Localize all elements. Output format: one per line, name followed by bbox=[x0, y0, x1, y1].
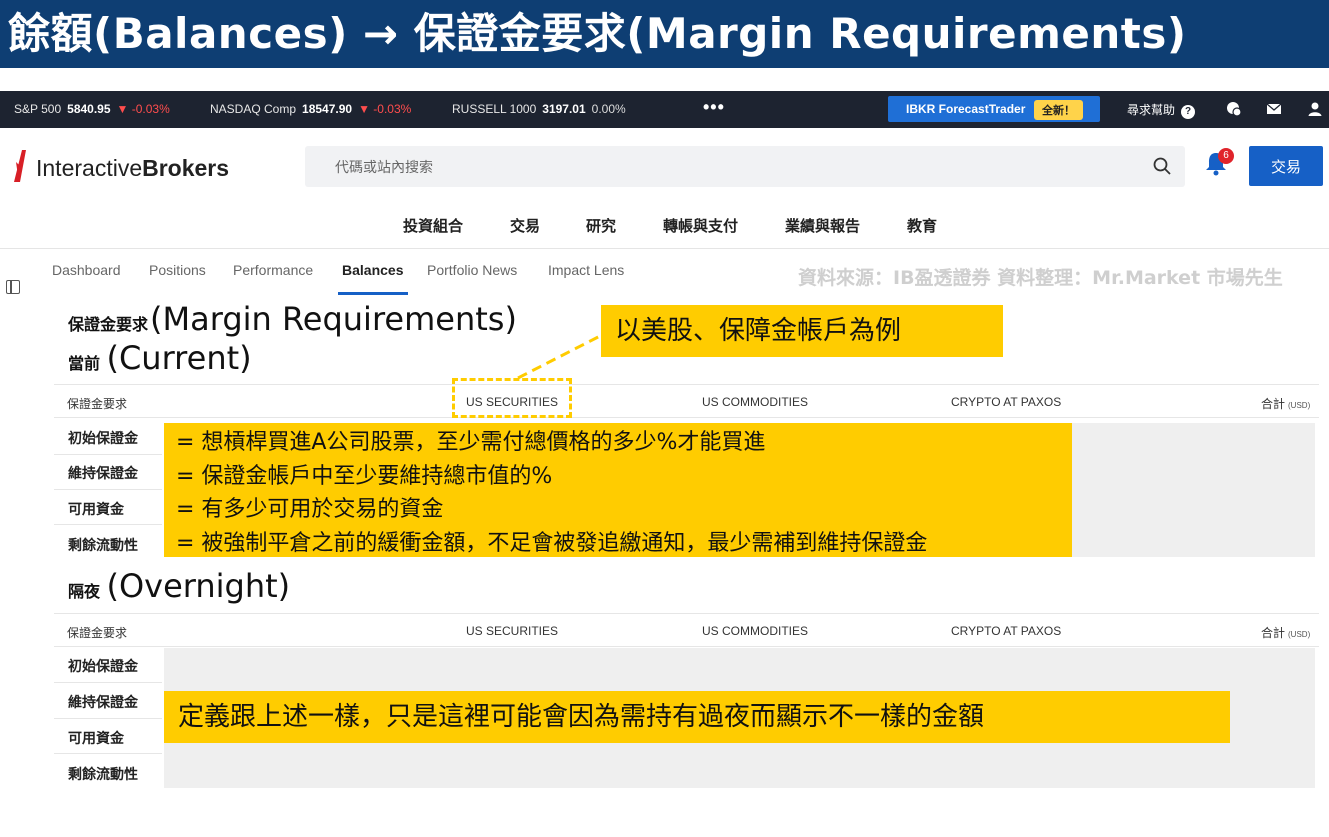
help-icon: ? bbox=[1181, 105, 1196, 119]
column-header-total: 合計 (USD) bbox=[1261, 624, 1310, 641]
row-available-funds: 可用資金 bbox=[68, 731, 124, 747]
ticker-nasdaq[interactable]: NASDAQ Comp 18547.90 ▼ -0.03% bbox=[210, 102, 411, 116]
tab-portfolio-news[interactable]: Portfolio News bbox=[427, 262, 517, 278]
overnight-title: 隔夜 (Overnight) bbox=[68, 567, 290, 605]
source-note: 資料來源：IB盈透證券 資料整理：Mr.Market 市場先生 bbox=[798, 267, 1283, 289]
ticker-label: S&P 500 bbox=[14, 102, 62, 116]
ticker-value: 5840.95 bbox=[67, 102, 111, 116]
row-divider bbox=[54, 718, 162, 719]
example-annotation: 以美股、保障金帳戶為例 bbox=[601, 305, 1003, 357]
title-en: (Margin Requirements) bbox=[150, 300, 517, 338]
more-tickers-button[interactable]: ••• bbox=[703, 97, 725, 118]
us-securities-highlight bbox=[452, 378, 572, 418]
definition-available: = 有多少可用於交易的資金 bbox=[176, 497, 444, 522]
definition-maintenance: = 保證金帳戶中至少要維持總市值的% bbox=[176, 464, 553, 489]
column-header-total: 合計 (USD) bbox=[1261, 395, 1310, 412]
overnight-en: (Overnight) bbox=[106, 567, 291, 605]
row-excess-liquidity: 剩餘流動性 bbox=[68, 538, 138, 554]
margin-requirements-title: 保證金要求(Margin Requirements) bbox=[68, 300, 517, 338]
main-nav: 投資組合 交易 研究 轉帳與支付 業績與報告 教育 bbox=[0, 215, 1329, 237]
new-badge: 全新！ bbox=[1034, 100, 1083, 120]
sidebar-toggle-icon[interactable] bbox=[6, 280, 20, 294]
nav-education[interactable]: 教育 bbox=[907, 215, 937, 236]
overnight-zh: 隔夜 bbox=[68, 582, 101, 601]
ib-flame-icon bbox=[14, 150, 26, 182]
row-available-funds: 可用資金 bbox=[68, 502, 124, 518]
row-divider bbox=[54, 753, 162, 754]
nav-trade[interactable]: 交易 bbox=[510, 215, 540, 236]
definitions-annotation: = 想槓桿買進A公司股票，至少需付總價格的多少%才能買進 = 保證金帳戶中至少要… bbox=[164, 423, 1072, 557]
help-link[interactable]: 尋求幫助? bbox=[1127, 101, 1196, 119]
row-initial-margin: 初始保證金 bbox=[68, 431, 138, 447]
ticker-value: 3197.01 bbox=[542, 102, 586, 116]
ticker-sp500[interactable]: S&P 500 5840.95 ▼ -0.03% bbox=[14, 102, 170, 116]
ticker-label: NASDAQ Comp bbox=[210, 102, 297, 116]
user-icon[interactable] bbox=[1307, 101, 1323, 117]
search-input[interactable] bbox=[305, 146, 1145, 187]
row-divider bbox=[54, 682, 162, 683]
row-divider bbox=[54, 489, 162, 490]
currency-label: (USD) bbox=[1288, 630, 1311, 639]
title-zh: 保證金要求 bbox=[68, 315, 149, 334]
banner-title: 餘額(Balances) → 保證金要求(Margin Requirements… bbox=[0, 0, 1329, 68]
mail-icon[interactable] bbox=[1266, 101, 1282, 117]
overnight-annotation: 定義跟上述一樣，只是這裡可能會因為需持有過夜而顯示不一樣的金額 bbox=[164, 691, 1230, 743]
tab-impact-lens[interactable]: Impact Lens bbox=[548, 262, 624, 278]
ticker-change: ▼ -0.03% bbox=[358, 102, 412, 116]
search-bar bbox=[305, 146, 1185, 187]
nav-research[interactable]: 研究 bbox=[586, 215, 616, 236]
row-maintenance-margin: 維持保證金 bbox=[68, 695, 138, 711]
notification-count-badge: 6 bbox=[1218, 148, 1234, 164]
column-header: 保證金要求 bbox=[67, 626, 128, 640]
column-header: US COMMODITIES bbox=[702, 624, 809, 638]
logo-text-bold: Brokers bbox=[142, 155, 230, 181]
header-divider bbox=[0, 248, 1329, 249]
trade-button[interactable]: 交易 bbox=[1249, 146, 1323, 186]
row-maintenance-margin: 維持保證金 bbox=[68, 466, 138, 482]
ticker-change: 0.00% bbox=[591, 102, 626, 116]
tab-dashboard[interactable]: Dashboard bbox=[52, 262, 121, 278]
tab-balances[interactable]: Balances bbox=[342, 262, 403, 278]
nav-portfolio[interactable]: 投資組合 bbox=[403, 215, 463, 236]
subtitle-en: (Current) bbox=[106, 339, 252, 377]
logo-text: InteractiveBrokers bbox=[36, 155, 229, 182]
definition-initial: = 想槓桿買進A公司股票，至少需付總價格的多少%才能買進 bbox=[176, 430, 766, 455]
current-table-header: 保證金要求 US SECURITIES US COMMODITIES CRYPT… bbox=[54, 384, 1319, 418]
ticker-value: 18547.90 bbox=[302, 102, 353, 116]
forecast-trader-button[interactable]: IBKR ForecastTrader 全新！ bbox=[888, 96, 1100, 122]
tab-performance[interactable]: Performance bbox=[233, 262, 313, 278]
overnight-table-header: 保證金要求 US SECURITIES US COMMODITIES CRYPT… bbox=[54, 613, 1319, 647]
subtitle-zh: 當前 bbox=[68, 354, 101, 373]
column-header: US SECURITIES bbox=[466, 624, 559, 638]
help-label: 尋求幫助 bbox=[1127, 103, 1176, 117]
total-label: 合計 bbox=[1261, 397, 1286, 411]
current-subtitle: 當前 (Current) bbox=[68, 339, 252, 377]
currency-label: (USD) bbox=[1288, 401, 1311, 410]
row-initial-margin: 初始保證金 bbox=[68, 659, 138, 675]
row-excess-liquidity: 剩餘流動性 bbox=[68, 767, 138, 783]
chat-icon[interactable] bbox=[1226, 101, 1242, 117]
active-tab-indicator bbox=[338, 292, 408, 295]
column-header: CRYPTO AT PAXOS bbox=[951, 395, 1062, 409]
tab-positions[interactable]: Positions bbox=[149, 262, 206, 278]
row-divider bbox=[54, 454, 162, 455]
nav-performance-reports[interactable]: 業績與報告 bbox=[785, 215, 860, 236]
search-icon[interactable] bbox=[1153, 157, 1171, 175]
nav-transfer-pay[interactable]: 轉帳與支付 bbox=[663, 215, 738, 236]
column-header: CRYPTO AT PAXOS bbox=[951, 624, 1062, 638]
ticker-russell[interactable]: RUSSELL 1000 3197.01 0.00% bbox=[452, 102, 626, 116]
total-label: 合計 bbox=[1261, 626, 1286, 640]
ticker-change: ▼ -0.03% bbox=[116, 102, 170, 116]
logo-text-light: Interactive bbox=[36, 155, 143, 181]
row-divider bbox=[54, 524, 162, 525]
column-header: US COMMODITIES bbox=[702, 395, 809, 409]
ticker-label: RUSSELL 1000 bbox=[452, 102, 537, 116]
definition-excess: = 被強制平倉之前的緩衝金額，不足會被發追繳通知，最少需補到維持保證金 bbox=[176, 531, 928, 556]
notifications-button[interactable]: 6 bbox=[1204, 148, 1234, 181]
column-header: 保證金要求 bbox=[67, 397, 128, 411]
forecast-trader-label: IBKR ForecastTrader bbox=[906, 102, 1026, 116]
